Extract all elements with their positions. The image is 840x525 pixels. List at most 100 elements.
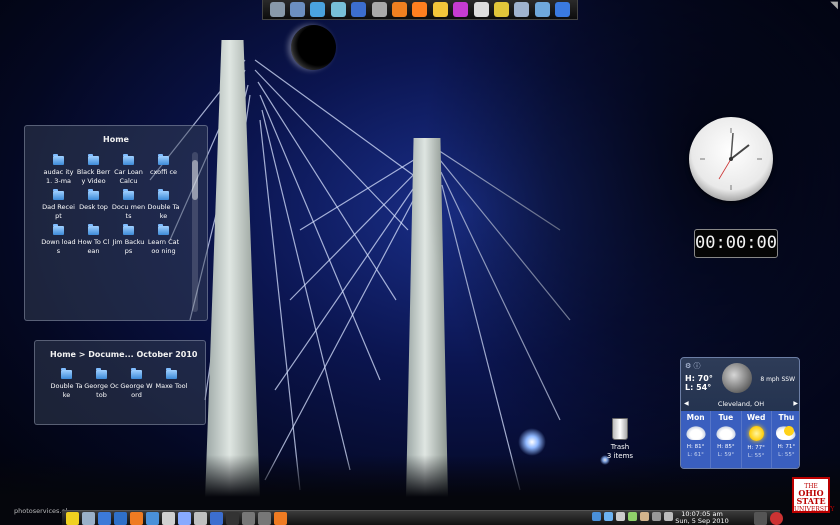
firefox-icon[interactable] [273, 511, 287, 525]
folder-item[interactable]: Double Take [49, 368, 84, 399]
top-launcher-panel [262, 0, 578, 20]
gimp-icon[interactable] [371, 2, 387, 17]
xmms-icon[interactable] [453, 2, 469, 17]
calculator-icon[interactable] [514, 2, 530, 17]
folder-item[interactable]: Learn Catoo ning [146, 224, 181, 255]
windows-icon[interactable] [310, 2, 326, 17]
taskbar-right [752, 512, 784, 525]
digital-clock-widget: 00:00:00 [694, 229, 778, 258]
folder-item[interactable]: Maxe Tool [154, 368, 189, 399]
clipboard-icon[interactable] [639, 512, 649, 521]
folder-label: Car Loan Calcu [114, 168, 143, 185]
media-m-icon[interactable] [351, 2, 367, 17]
folder-item[interactable]: George Octob [84, 368, 119, 399]
folder-icon [88, 224, 99, 235]
folder-icon [166, 368, 177, 379]
folder-icon [61, 368, 72, 379]
trash-desktop-icon[interactable]: Trash 3 items [600, 418, 640, 461]
folder-label: Desk top [79, 203, 108, 211]
folder-item[interactable]: audac ity1. 3-ma [41, 154, 76, 185]
folder-item[interactable]: Docu ments [111, 189, 146, 220]
folder-label: Dad Receipt [42, 203, 75, 220]
folder-item[interactable]: Dad Receipt [41, 189, 76, 220]
folder-label: George Word [120, 382, 153, 399]
day-low: L: 55° [747, 453, 765, 459]
folder-view-breadcrumb[interactable]: Home > Docume... October 2010 [35, 341, 205, 359]
scrollbar[interactable] [192, 152, 198, 312]
prev-arrow-icon[interactable]: ◀ [684, 399, 689, 409]
folder-label: cxoffi ce [149, 168, 178, 176]
network-icon[interactable] [591, 512, 601, 521]
folder-icon [96, 368, 107, 379]
window-icon[interactable] [753, 512, 767, 525]
banana-icon[interactable] [432, 2, 448, 17]
photos-icon[interactable] [193, 511, 207, 525]
analog-clock-widget [689, 117, 773, 201]
folder-item[interactable]: Down loads [41, 224, 76, 255]
globe-icon[interactable] [555, 2, 571, 17]
folder-label: How To Clean [77, 238, 110, 255]
power-icon[interactable] [769, 512, 783, 525]
folder-grid: audac ity1. 3-ma Black Berry Video Car Loa… [25, 144, 207, 255]
watermark-text: photoservices.ol [14, 507, 68, 515]
folder-item[interactable]: How To Clean [76, 224, 111, 255]
folder-item[interactable]: Desk top [76, 189, 111, 220]
scrollbar-thumb[interactable] [192, 160, 198, 200]
cube-icon[interactable] [330, 2, 346, 17]
window-icon[interactable] [241, 511, 255, 525]
folder-label: audac ity1. 3-ma [43, 168, 74, 185]
forecast-day: Mon H: 81° L: 61° [681, 411, 712, 468]
mail-icon[interactable] [97, 511, 111, 525]
cloud-icon [715, 426, 736, 440]
trash-icon [612, 418, 628, 440]
tools-icon[interactable] [161, 511, 175, 525]
day-high: H: 85° [717, 444, 735, 450]
settings-icon[interactable]: ⚙ ⓘ [685, 361, 701, 371]
current-temps: H: 70° L: 54° [685, 374, 713, 392]
folder-item[interactable]: Jim Backu ps [111, 224, 146, 255]
globe-icon[interactable] [113, 511, 127, 525]
folder-item[interactable]: George Word [119, 368, 154, 399]
folder-item[interactable]: Black Berry Video [76, 154, 111, 185]
konqueror-icon[interactable] [145, 511, 159, 525]
cloud-icon [685, 426, 706, 440]
folder-icon [123, 224, 134, 235]
window-icon[interactable] [651, 512, 661, 521]
day-name: Thu [778, 413, 795, 422]
terminal-icon[interactable] [290, 2, 306, 17]
folder-item[interactable]: Double Take [146, 189, 181, 220]
volume-icon[interactable] [615, 512, 625, 521]
taskbar-clock[interactable]: 10:07:05 am Sun, 5 Sep 2010 [672, 511, 732, 525]
package-icon[interactable] [534, 2, 550, 17]
terminal-icon[interactable] [225, 511, 239, 525]
printer-icon[interactable] [81, 511, 95, 525]
app-icon[interactable] [269, 2, 285, 17]
vlc-icon[interactable] [392, 2, 408, 17]
folder-label: Down loads [41, 238, 76, 255]
current-high: H: 70° [685, 374, 713, 383]
ladder-icon[interactable] [493, 2, 509, 17]
day-name: Tue [718, 413, 734, 422]
forecast-day: Thu H: 71° L: 55° [772, 411, 799, 468]
corner-menu-icon[interactable]: ◥ [830, 0, 838, 11]
weather-current: ⚙ ⓘ H: 70° L: 54° 8 mph SSW [681, 358, 799, 398]
next-arrow-icon[interactable]: ▶ [793, 399, 798, 409]
firefox-icon[interactable] [129, 511, 143, 525]
pen-icon[interactable] [473, 2, 489, 17]
firefox-icon[interactable] [412, 2, 428, 17]
folder-item[interactable]: Car Loan Calcu [111, 154, 146, 185]
music-icon[interactable] [603, 512, 613, 521]
folder-icon [88, 189, 99, 200]
window-icon[interactable] [257, 511, 271, 525]
gear-icon[interactable] [177, 511, 191, 525]
folder-item[interactable]: cxoffi ce [146, 154, 181, 185]
location-name: Cleveland, OH [717, 400, 765, 408]
media-m-icon[interactable] [209, 511, 223, 525]
battery-icon[interactable] [627, 512, 637, 521]
kde-menu-icon[interactable] [65, 511, 79, 525]
forecast-day: Tue H: 85° L: 59° [711, 411, 742, 468]
forecast-day: Wed H: 77° L: 55° [742, 411, 772, 468]
folder-label: Docu ments [111, 203, 146, 220]
folder-icon [123, 154, 134, 165]
day-high: H: 71° [777, 444, 796, 450]
